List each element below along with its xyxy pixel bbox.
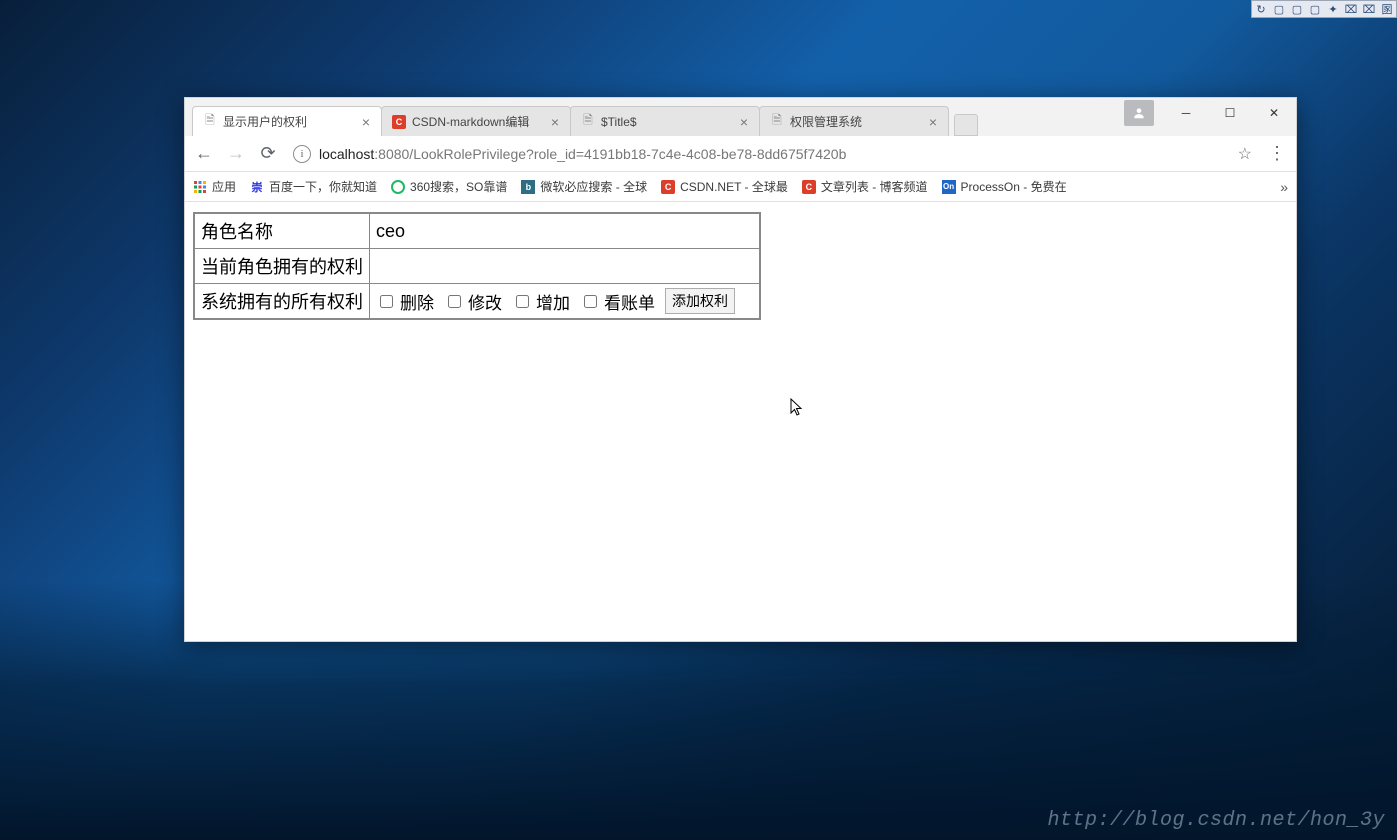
window-close-button[interactable]: ✕ [1252, 98, 1296, 128]
system-tray: ↻ ▢ ▢ ▢ ✦ ⌧ ⌧ 圂 [1251, 0, 1397, 18]
bookmark-label: 百度一下，你就知道 [269, 178, 377, 195]
window-maximize-button[interactable]: ☐ [1208, 98, 1252, 128]
window-minimize-button[interactable]: ─ [1164, 98, 1208, 128]
bookmark-item[interactable]: On ProcessOn - 免费在 [942, 178, 1067, 195]
table-row: 当前角色拥有的权利 [194, 249, 760, 284]
tab[interactable]: 🗎 权限管理系统 × [759, 106, 949, 136]
file-icon: 🗎 [770, 115, 784, 129]
bookmark-item[interactable]: 360搜索，SO靠谱 [391, 178, 507, 195]
csdn-icon: C [392, 115, 406, 129]
tab-title: $Title$ [601, 115, 731, 129]
current-privilege-value [370, 249, 760, 284]
profile-avatar-button[interactable] [1124, 100, 1154, 126]
nav-reload-button[interactable]: ⟳ [257, 143, 279, 165]
browser-menu-button[interactable]: ⋮ [1266, 143, 1288, 164]
tab-active[interactable]: 🗎 显示用户的权利 × [192, 106, 382, 136]
bookmark-label: 微软必应搜索 - 全球 [540, 178, 647, 195]
table-row: 角色名称 ceo [194, 213, 760, 249]
tray-icon[interactable]: ▢ [1290, 2, 1304, 16]
apps-label: 应用 [212, 178, 236, 195]
browser-window: 🗎 显示用户的权利 × C CSDN-markdown编辑 × 🗎 $Title… [184, 97, 1297, 642]
360-icon [391, 180, 405, 194]
all-privilege-label: 系统拥有的所有权利 [194, 284, 370, 320]
checkbox-label: 看账单 [604, 289, 655, 314]
bookmark-label: CSDN.NET - 全球最 [680, 178, 788, 195]
privilege-checkbox-modify[interactable]: 修改 [444, 289, 502, 314]
tab-title: CSDN-markdown编辑 [412, 113, 542, 130]
url-text: localhost:8080/LookRolePrivilege?role_id… [319, 146, 1230, 162]
csdn-icon: C [661, 180, 675, 194]
privilege-checkbox-view-bills[interactable]: 看账单 [580, 289, 655, 314]
address-bar[interactable]: i localhost:8080/LookRolePrivilege?role_… [289, 140, 1256, 168]
tab-close-icon[interactable]: × [926, 115, 940, 129]
apps-icon [193, 180, 207, 194]
bookmark-item[interactable]: 崇 百度一下，你就知道 [250, 178, 377, 195]
checkbox-input[interactable] [584, 295, 597, 308]
browser-toolbar: ← → ⟳ i localhost:8080/LookRolePrivilege… [185, 136, 1296, 172]
tab-title: 显示用户的权利 [223, 113, 353, 130]
file-icon: 🗎 [203, 115, 217, 129]
all-privilege-cell: 删除 修改 增加 看账单 [370, 284, 760, 320]
site-info-icon[interactable]: i [293, 145, 311, 163]
page-content: 角色名称 ceo 当前角色拥有的权利 系统拥有的所有权利 删除 [185, 202, 1296, 641]
tab[interactable]: C CSDN-markdown编辑 × [381, 106, 571, 136]
bookmark-item[interactable]: C CSDN.NET - 全球最 [661, 178, 788, 195]
nav-forward-button[interactable]: → [225, 143, 247, 165]
bookmark-label: 360搜索，SO靠谱 [410, 178, 507, 195]
bookmarks-bar: 应用 崇 百度一下，你就知道 360搜索，SO靠谱 b 微软必应搜索 - 全球 … [185, 172, 1296, 202]
checkbox-label: 删除 [400, 289, 434, 314]
bookmark-label: 文章列表 - 博客频道 [821, 178, 928, 195]
checkbox-input[interactable] [448, 295, 461, 308]
privilege-table: 角色名称 ceo 当前角色拥有的权利 系统拥有的所有权利 删除 [193, 212, 761, 320]
bookmarks-overflow-button[interactable]: » [1280, 179, 1288, 195]
checkbox-label: 增加 [536, 289, 570, 314]
tray-icon[interactable]: ⌧ [1362, 2, 1376, 16]
table-row: 系统拥有的所有权利 删除 修改 增加 [194, 284, 760, 320]
tab-close-icon[interactable]: × [359, 115, 373, 129]
tray-icon[interactable]: 圂 [1380, 2, 1394, 16]
tray-icon[interactable]: ▢ [1272, 2, 1286, 16]
apps-button[interactable]: 应用 [193, 178, 236, 195]
current-privilege-label: 当前角色拥有的权利 [194, 249, 370, 284]
checkbox-label: 修改 [468, 289, 502, 314]
tray-icon[interactable]: ✦ [1326, 2, 1340, 16]
bing-icon: b [521, 180, 535, 194]
new-tab-button[interactable] [954, 114, 978, 136]
bookmark-star-icon[interactable]: ☆ [1238, 144, 1252, 164]
csdn-icon: C [802, 180, 816, 194]
bookmark-item[interactable]: b 微软必应搜索 - 全球 [521, 178, 647, 195]
baidu-icon: 崇 [250, 180, 264, 194]
tray-icon[interactable]: ⌧ [1344, 2, 1358, 16]
bookmark-item[interactable]: C 文章列表 - 博客频道 [802, 178, 928, 195]
file-icon: 🗎 [581, 115, 595, 129]
tray-icon[interactable]: ↻ [1254, 2, 1268, 16]
watermark-text: http://blog.csdn.net/hon_3y [1047, 809, 1385, 832]
add-privilege-button[interactable]: 添加权利 [665, 288, 735, 314]
privilege-checkbox-delete[interactable]: 删除 [376, 289, 434, 314]
bookmark-label: ProcessOn - 免费在 [961, 178, 1067, 195]
nav-back-button[interactable]: ← [193, 143, 215, 165]
tab-close-icon[interactable]: × [737, 115, 751, 129]
checkbox-input[interactable] [516, 295, 529, 308]
role-name-label: 角色名称 [194, 213, 370, 249]
tab-title: 权限管理系统 [790, 113, 920, 130]
browser-titlebar: 🗎 显示用户的权利 × C CSDN-markdown编辑 × 🗎 $Title… [185, 98, 1296, 136]
privilege-checkbox-add[interactable]: 增加 [512, 289, 570, 314]
role-name-value: ceo [370, 213, 760, 249]
tab-close-icon[interactable]: × [548, 115, 562, 129]
processon-icon: On [942, 180, 956, 194]
checkbox-input[interactable] [380, 295, 393, 308]
tab[interactable]: 🗎 $Title$ × [570, 106, 760, 136]
tray-icon[interactable]: ▢ [1308, 2, 1322, 16]
